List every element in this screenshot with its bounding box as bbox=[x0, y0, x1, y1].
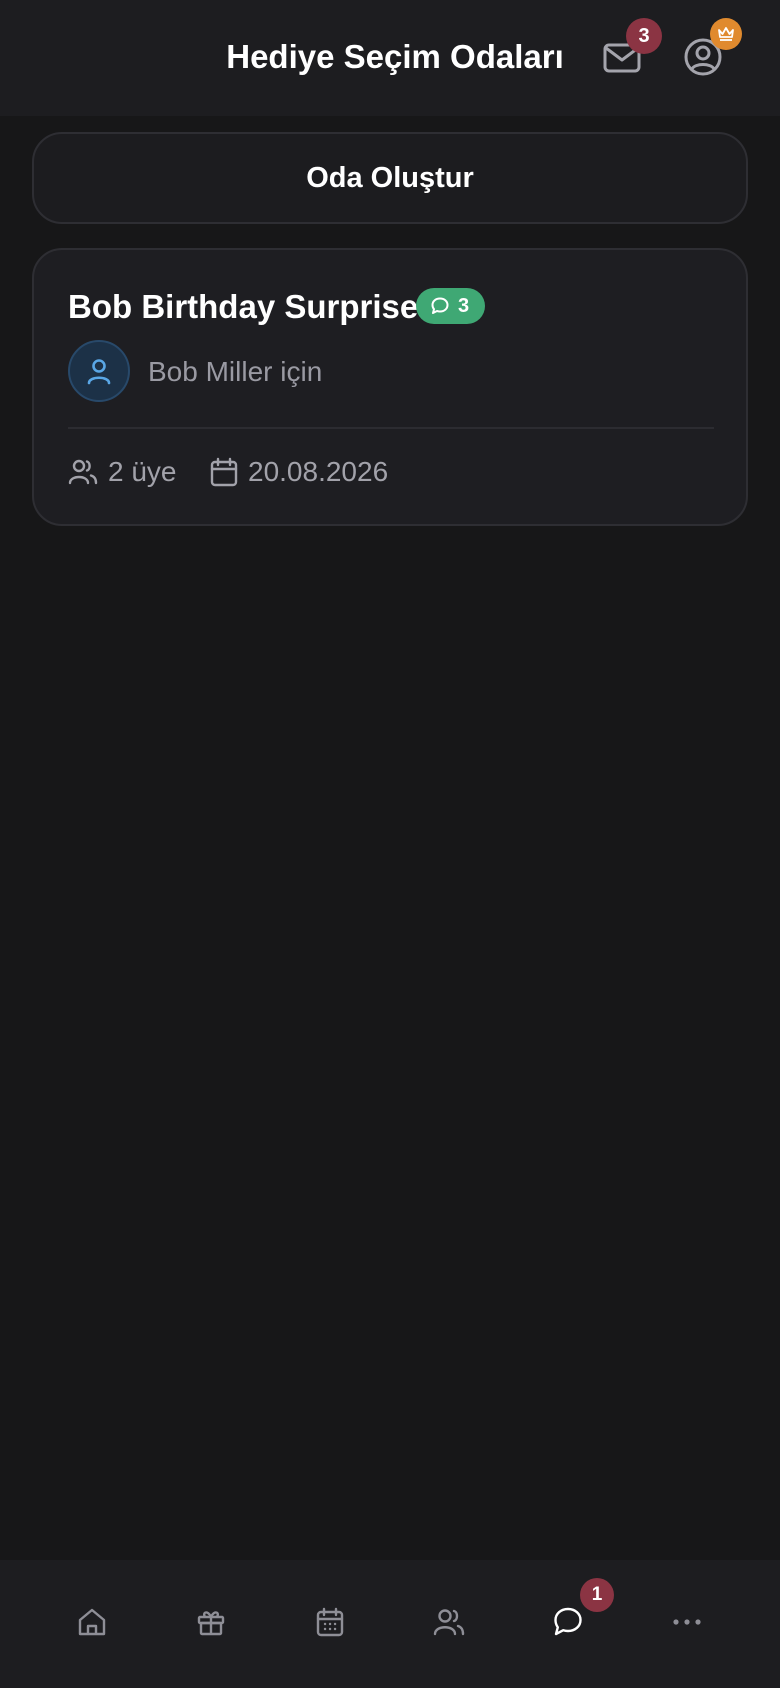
nav-calendar[interactable] bbox=[300, 1600, 360, 1644]
nav-home[interactable] bbox=[62, 1600, 122, 1644]
home-icon bbox=[78, 1608, 106, 1636]
create-room-button[interactable]: Oda Oluştur bbox=[32, 132, 748, 224]
app-root: Hediye Seçim Odaları 3 Oda Oluştur Bob B… bbox=[0, 0, 780, 1688]
users-icon bbox=[68, 459, 98, 485]
top-header: Hediye Seçim Odaları 3 bbox=[0, 0, 780, 116]
gift-icon bbox=[197, 1611, 225, 1636]
chat-icon bbox=[554, 1607, 582, 1636]
nav-more[interactable] bbox=[657, 1600, 717, 1644]
recipient-avatar bbox=[68, 340, 130, 402]
date-info: 20.08.2026 bbox=[210, 456, 388, 488]
calendar-icon bbox=[316, 1607, 344, 1637]
crown-icon bbox=[718, 27, 734, 41]
members-count: 2 üye bbox=[108, 456, 177, 487]
user-icon bbox=[87, 359, 111, 385]
event-date: 20.08.2026 bbox=[248, 456, 389, 487]
nav-friends[interactable] bbox=[419, 1600, 479, 1644]
premium-badge bbox=[710, 18, 742, 50]
more-icon bbox=[673, 1619, 701, 1625]
page-title: Hediye Seçim Odaları bbox=[226, 38, 564, 75]
chat-bubble-icon bbox=[431, 297, 449, 314]
chat-count: 3 bbox=[458, 294, 470, 317]
chat-badge: 1 bbox=[580, 1578, 614, 1612]
recipient-text: Bob Miller için bbox=[148, 356, 323, 387]
mail-badge: 3 bbox=[626, 18, 662, 54]
bottom-nav: 1 bbox=[0, 1560, 780, 1688]
members-info: 2 üye bbox=[68, 456, 177, 488]
calendar-icon bbox=[210, 457, 238, 487]
room-title: Bob Birthday Surprise bbox=[68, 288, 419, 325]
card-divider bbox=[68, 427, 714, 429]
chat-count-badge: 3 bbox=[416, 288, 486, 324]
room-card[interactable]: Bob Birthday Surprise 3 Bob Miller için … bbox=[32, 248, 748, 526]
nav-gifts[interactable] bbox=[181, 1600, 241, 1644]
users-icon bbox=[433, 1609, 465, 1636]
